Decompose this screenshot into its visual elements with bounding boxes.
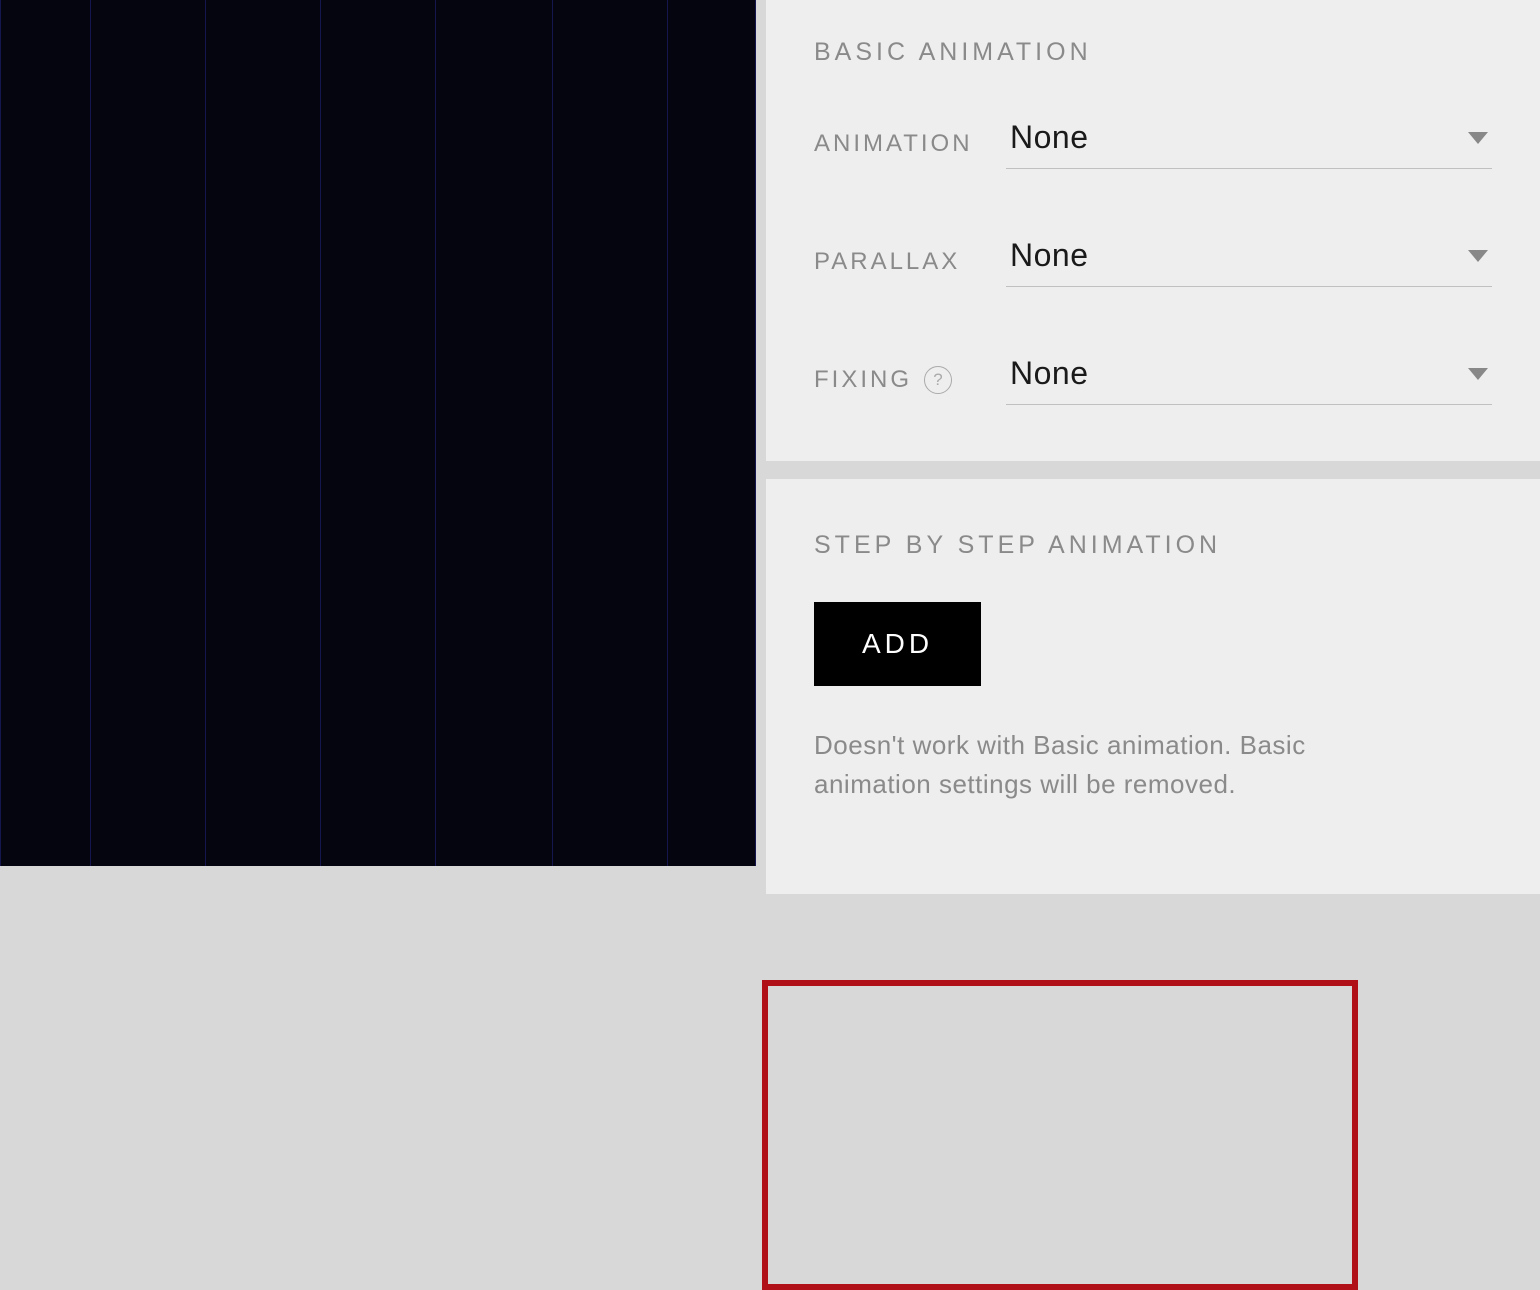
- chevron-down-icon: [1468, 368, 1488, 380]
- animation-value: None: [1010, 119, 1089, 156]
- parallax-select[interactable]: None: [1006, 237, 1492, 287]
- chevron-down-icon: [1468, 132, 1488, 144]
- parallax-field-row: PARALLAX None: [814, 237, 1492, 287]
- animation-label: ANIMATION: [814, 130, 1006, 158]
- basic-animation-section: BASIC ANIMATION ANIMATION None PARALLAX …: [766, 0, 1540, 461]
- basic-animation-title: BASIC ANIMATION: [814, 38, 1492, 67]
- grid-line: [320, 0, 321, 866]
- fixing-value: None: [1010, 355, 1089, 392]
- chevron-down-icon: [1468, 250, 1488, 262]
- parallax-value: None: [1010, 237, 1089, 274]
- step-animation-title: STEP BY STEP ANIMATION: [814, 531, 1492, 560]
- add-button[interactable]: ADD: [814, 602, 981, 686]
- fixing-field-row: FIXING ? None: [814, 355, 1492, 405]
- canvas-area[interactable]: [0, 0, 756, 866]
- fixing-label: FIXING ?: [814, 366, 1006, 394]
- highlight-annotation: [762, 980, 1358, 1290]
- fixing-label-text: FIXING: [814, 366, 912, 394]
- properties-panel: BASIC ANIMATION ANIMATION None PARALLAX …: [756, 0, 1540, 866]
- step-animation-note: Doesn't work with Basic animation. Basic…: [814, 726, 1334, 804]
- step-animation-section: STEP BY STEP ANIMATION ADD Doesn't work …: [766, 479, 1540, 894]
- help-icon[interactable]: ?: [924, 366, 952, 394]
- parallax-label: PARALLAX: [814, 248, 1006, 276]
- grid-line: [0, 0, 1, 866]
- grid-line: [435, 0, 436, 866]
- grid-line: [552, 0, 553, 866]
- grid-line: [90, 0, 91, 866]
- animation-select[interactable]: None: [1006, 119, 1492, 169]
- grid-line: [667, 0, 668, 866]
- grid-line: [205, 0, 206, 866]
- fixing-select[interactable]: None: [1006, 355, 1492, 405]
- animation-field-row: ANIMATION None: [814, 119, 1492, 169]
